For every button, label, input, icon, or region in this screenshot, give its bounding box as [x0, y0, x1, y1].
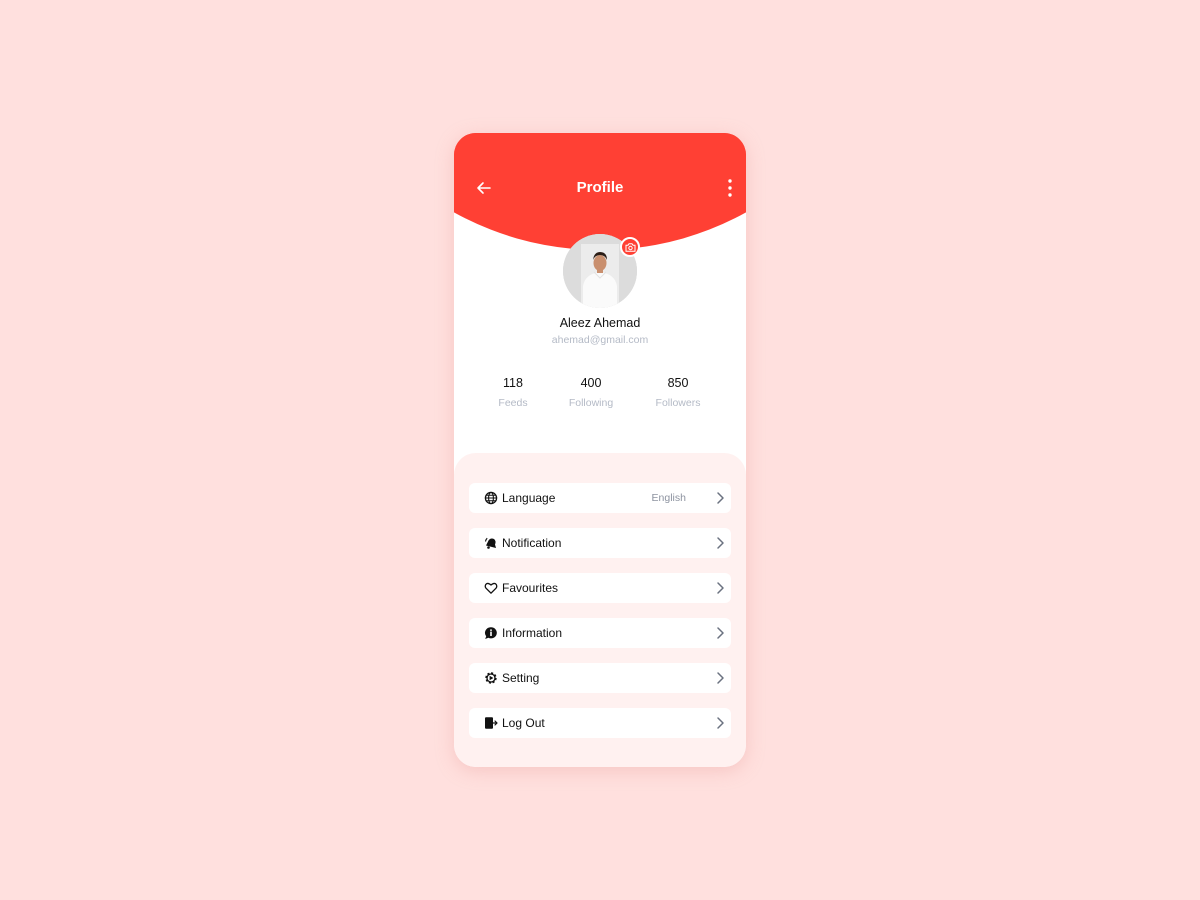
- menu-item-information[interactable]: Information: [469, 618, 731, 648]
- info-bubble-icon: [485, 627, 497, 639]
- stat-following[interactable]: 400 Following: [546, 376, 636, 409]
- stat-label: Following: [568, 397, 614, 409]
- bell-icon: [484, 537, 496, 549]
- menu-item-language[interactable]: Language English: [469, 483, 731, 513]
- stat-label: Followers: [655, 397, 701, 409]
- menu-item-value: English: [651, 492, 686, 504]
- stat-followers[interactable]: 850 Followers: [633, 376, 723, 409]
- more-vertical-icon: [728, 179, 732, 197]
- globe-icon: [484, 491, 498, 505]
- chevron-right-icon: [717, 582, 724, 594]
- stat-feeds[interactable]: 118 Feeds: [468, 376, 558, 409]
- stat-value: 850: [667, 376, 689, 390]
- menu-item-label: Favourites: [502, 581, 559, 595]
- top-bar: Profile: [454, 173, 746, 203]
- chevron-right-icon: [717, 672, 724, 684]
- more-options-button[interactable]: [724, 177, 736, 199]
- profile-name: Aleez Ahemad: [559, 316, 641, 330]
- profile-email: ahemad@gmail.com: [551, 334, 649, 346]
- menu-item-log-out[interactable]: Log Out: [469, 708, 731, 738]
- chevron-right-icon: [717, 492, 724, 504]
- stat-value: 118: [503, 376, 523, 390]
- logout-icon: [485, 717, 498, 729]
- menu-item-label: Information: [502, 626, 563, 640]
- chevron-right-icon: [717, 537, 724, 549]
- chevron-right-icon: [717, 717, 724, 729]
- camera-icon: [625, 242, 635, 252]
- menu-item-label: Notification: [502, 536, 562, 550]
- menu-item-favourites[interactable]: Favourites: [469, 573, 731, 603]
- menu-item-label: Setting: [502, 671, 540, 685]
- change-photo-button[interactable]: [620, 237, 640, 257]
- menu-item-label: Language: [502, 491, 556, 505]
- menu-item-notification[interactable]: Notification: [469, 528, 731, 558]
- menu-item-setting[interactable]: Setting: [469, 663, 731, 693]
- menu-item-label: Log Out: [502, 716, 545, 730]
- profile-card: Profile Aleez Ahemad ahemad@gmail.com 11…: [454, 133, 746, 767]
- chevron-right-icon: [717, 627, 724, 639]
- settings-panel: Language English Notification Favourites…: [454, 453, 746, 767]
- gear-icon: [485, 672, 497, 684]
- heart-icon: [484, 582, 498, 594]
- stat-label: Feeds: [498, 397, 528, 409]
- stat-value: 400: [580, 376, 602, 390]
- page-title: Profile: [576, 179, 624, 196]
